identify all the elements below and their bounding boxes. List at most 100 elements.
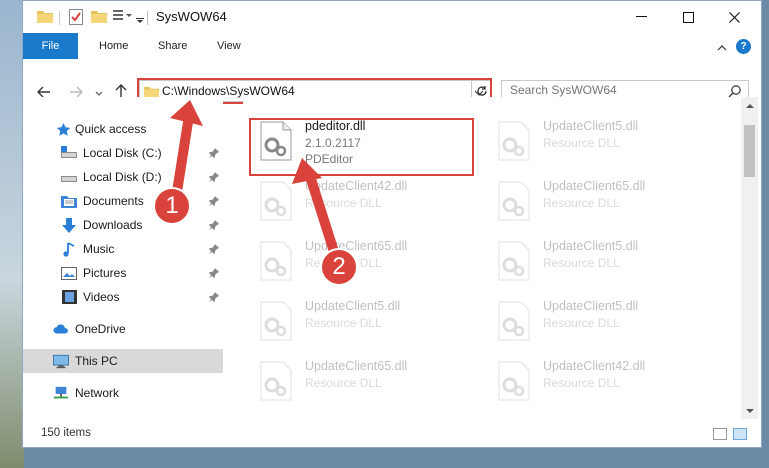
computer-icon [53, 353, 69, 369]
file-item[interactable]: UpdateClient65.dll Resource DLL [251, 235, 487, 293]
nav-label: Network [75, 386, 120, 400]
nav-label: Local Disk (D:) [83, 170, 162, 184]
nav-item-documents[interactable]: Documents [23, 189, 223, 213]
item-count: 150 items [41, 427, 91, 439]
tab-home[interactable]: Home [99, 33, 128, 59]
close-button[interactable] [711, 1, 757, 33]
nav-item-quick-access[interactable]: Quick access [23, 117, 223, 141]
folder-icon [37, 9, 53, 25]
tab-view[interactable]: View [217, 33, 241, 59]
file-description: Resource DLL [305, 196, 382, 210]
file-item[interactable]: UpdateClient65.dll Resource DLL [489, 175, 725, 233]
help-button[interactable]: ? [736, 39, 751, 54]
nav-item-music[interactable]: Music [23, 237, 223, 261]
file-highlight [249, 118, 474, 176]
file-name: UpdateClient42.dll [543, 359, 646, 373]
details-view-icon[interactable] [713, 428, 727, 440]
scroll-up-icon[interactable] [741, 97, 758, 114]
nav-item-network[interactable]: Network [23, 381, 223, 405]
file-description: Resource DLL [543, 316, 620, 330]
window-title: SysWOW64 [156, 9, 227, 24]
file-item[interactable]: UpdateClient5.dll Resource DLL [489, 115, 725, 173]
cloud-icon [53, 321, 69, 337]
status-bar: 150 items [23, 419, 761, 447]
file-name: UpdateClient42.dll [305, 179, 408, 193]
divider [59, 11, 60, 25]
customize-toolbar-icon[interactable] [113, 9, 137, 25]
nav-label: Downloads [83, 218, 143, 232]
drive-icon [61, 169, 77, 185]
file-description: Resource DLL [543, 376, 620, 390]
file-description: Resource DLL [305, 376, 382, 390]
tab-file[interactable]: File [23, 33, 78, 59]
nav-label: Documents [83, 194, 144, 208]
dll-file-icon [259, 241, 293, 284]
desktop-background [0, 0, 24, 468]
nav-item-local-disk-d[interactable]: Local Disk (D:) [23, 165, 223, 189]
navigation-pane: Quick access Local Disk (C:) Local Disk … [23, 97, 223, 419]
file-name: UpdateClient65.dll [305, 359, 408, 373]
network-icon [53, 385, 69, 401]
file-item[interactable]: UpdateClient42.dll Resource DLL [251, 175, 487, 233]
file-name: UpdateClient65.dll [543, 179, 646, 193]
chevron-down-icon[interactable] [135, 13, 145, 29]
maximize-button[interactable] [665, 1, 711, 33]
dll-file-icon [497, 361, 531, 404]
pin-icon[interactable] [209, 195, 219, 209]
nav-item-onedrive[interactable]: OneDrive [23, 317, 223, 341]
drive-icon [61, 145, 77, 161]
file-description: Resource DLL [543, 196, 620, 210]
new-folder-icon[interactable] [91, 9, 107, 25]
music-icon [61, 241, 77, 257]
nav-label: This PC [75, 354, 118, 368]
vertical-scrollbar[interactable] [741, 97, 758, 419]
dll-file-icon [497, 241, 531, 284]
pin-icon[interactable] [209, 243, 219, 257]
file-name: UpdateClient5.dll [305, 299, 401, 313]
minimize-button[interactable] [619, 1, 665, 33]
file-item[interactable]: UpdateClient42.dll Resource DLL [489, 355, 725, 413]
properties-icon[interactable] [69, 9, 83, 25]
nav-label: Local Disk (C:) [83, 146, 162, 160]
expand-ribbon-icon[interactable] [717, 41, 727, 55]
tab-share[interactable]: Share [158, 33, 187, 59]
file-name: UpdateClient5.dll [543, 119, 639, 133]
dll-file-icon [497, 301, 531, 344]
file-name: UpdateClient5.dll [543, 299, 639, 313]
file-name: UpdateClient5.dll [543, 239, 639, 253]
pin-icon[interactable] [209, 147, 219, 161]
file-item[interactable]: UpdateClient5.dll Resource DLL [251, 295, 487, 353]
title-divider [147, 11, 148, 25]
file-name: UpdateClient65.dll [305, 239, 408, 253]
search-input[interactable] [510, 83, 710, 97]
scroll-down-icon[interactable] [741, 402, 758, 419]
documents-icon [61, 193, 77, 209]
title-bar: SysWOW64 [23, 1, 761, 33]
file-item[interactable]: UpdateClient5.dll Resource DLL [489, 295, 725, 353]
pictures-icon [61, 265, 77, 281]
pin-icon[interactable] [209, 219, 219, 233]
dll-file-icon [259, 181, 293, 224]
pin-icon[interactable] [209, 291, 219, 305]
dll-file-icon [497, 181, 531, 224]
navigation-bar: C:\Windows\SysWOW64 [23, 59, 761, 104]
nav-item-local-disk-c[interactable]: Local Disk (C:) [23, 141, 223, 165]
nav-item-downloads[interactable]: Downloads [23, 213, 223, 237]
file-item[interactable]: UpdateClient65.dll Resource DLL [251, 355, 487, 413]
download-icon [61, 217, 77, 233]
dll-file-icon [259, 301, 293, 344]
file-item[interactable]: UpdateClient5.dll Resource DLL [489, 235, 725, 293]
step-2-badge: 2 [320, 248, 358, 286]
nav-label: Pictures [83, 266, 127, 280]
large-icons-view-icon[interactable] [733, 428, 747, 440]
star-icon [55, 121, 71, 137]
pin-icon[interactable] [209, 171, 219, 185]
scroll-thumb[interactable] [744, 125, 755, 177]
nav-label: Music [83, 242, 115, 256]
dll-file-icon [259, 361, 293, 404]
nav-item-pictures[interactable]: Pictures [23, 261, 223, 285]
pin-icon[interactable] [209, 267, 219, 281]
nav-item-videos[interactable]: Videos [23, 285, 223, 309]
nav-label: OneDrive [75, 322, 126, 336]
nav-item-this-pc[interactable]: This PC [23, 349, 223, 373]
